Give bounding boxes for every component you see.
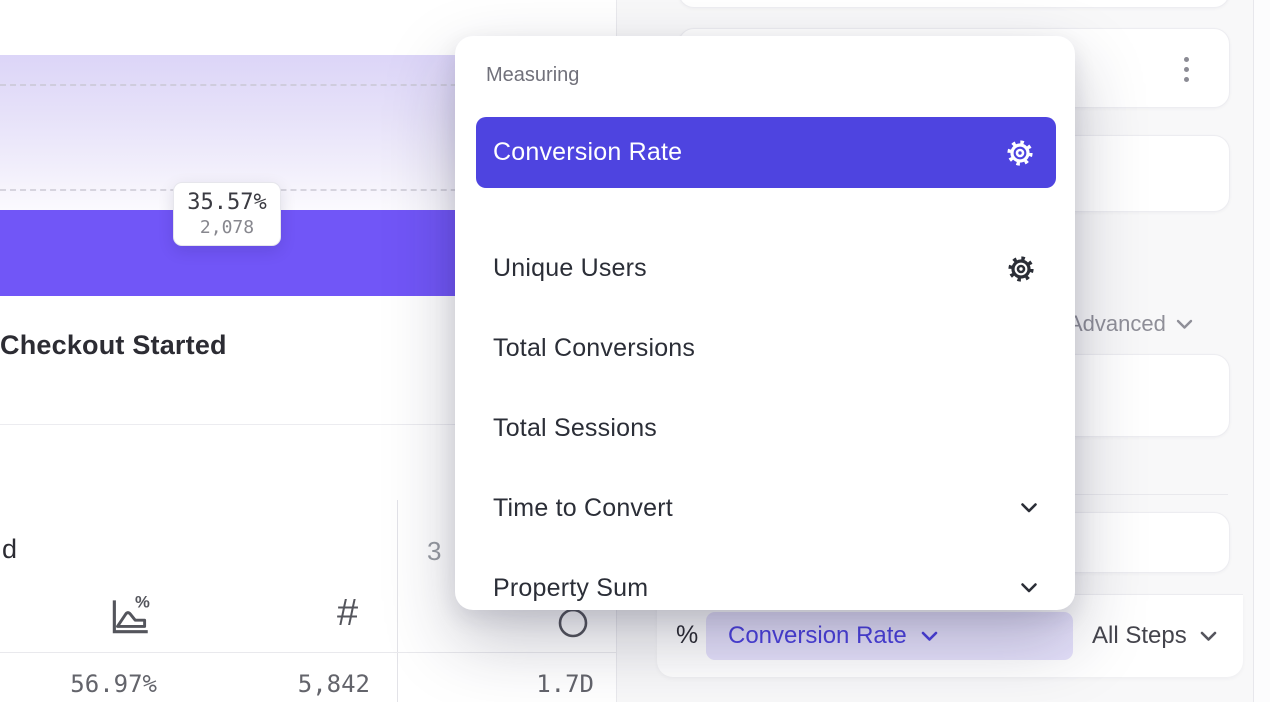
funnel-builder-screen: 35.57% 2,078 Checkout Started d 3 % # 56… [0, 0, 1270, 702]
menu-item-unique-users[interactable]: Unique Users [455, 233, 1075, 304]
percent-overlay: % [135, 593, 150, 612]
conversion-rate-icon: % [106, 592, 154, 640]
advanced-label: Advanced [1068, 311, 1166, 337]
menu-item-total-sessions[interactable]: Total Sessions [455, 393, 1075, 463]
table-column-divider [397, 500, 398, 702]
menu-item-total-conversions[interactable]: Total Conversions [455, 313, 1075, 383]
chevron-down-icon [921, 631, 938, 642]
value-conversion-rate: 56.97% [18, 670, 157, 700]
panel-gutter [1254, 0, 1270, 702]
chevron-down-icon [1200, 631, 1217, 642]
tooltip-count: 2,078 [200, 217, 254, 238]
table-row-name-truncated: d [2, 534, 17, 565]
tooltip-conversion-rate: 35.57% [187, 190, 266, 215]
percent-symbol: % [676, 621, 698, 650]
table-next-step-header-truncated: 3 [427, 536, 441, 567]
measuring-dropdown: Measuring Conversion Rate Unique Users [455, 36, 1075, 610]
menu-item-conversion-rate[interactable]: Conversion Rate [476, 117, 1056, 188]
gear-icon[interactable] [1004, 252, 1038, 286]
kebab-menu-icon[interactable] [1184, 57, 1189, 82]
dropdown-header: Measuring [486, 64, 579, 87]
value-count: 5,842 [230, 670, 370, 700]
measurement-chip-label: Conversion Rate [728, 622, 907, 650]
step-card-cutoff [678, 0, 1230, 8]
step-axis-label: Checkout Started [0, 330, 227, 361]
menu-item-property-sum[interactable]: Property Sum [455, 553, 1075, 623]
chevron-down-icon [1020, 502, 1038, 514]
chevron-down-icon [1020, 582, 1038, 594]
panel-border [1253, 0, 1254, 702]
chevron-down-icon [1176, 319, 1193, 330]
chart-tooltip: 35.57% 2,078 [173, 182, 281, 246]
gear-icon[interactable] [1003, 136, 1037, 170]
advanced-toggle[interactable]: Advanced [1068, 311, 1193, 337]
divider [0, 652, 617, 653]
count-icon: # [337, 592, 358, 635]
steps-selector[interactable]: All Steps [1092, 622, 1217, 650]
menu-item-time-to-convert[interactable]: Time to Convert [455, 473, 1075, 543]
value-time-to-convert: 1.7D [454, 670, 594, 700]
steps-selector-label: All Steps [1092, 622, 1187, 650]
